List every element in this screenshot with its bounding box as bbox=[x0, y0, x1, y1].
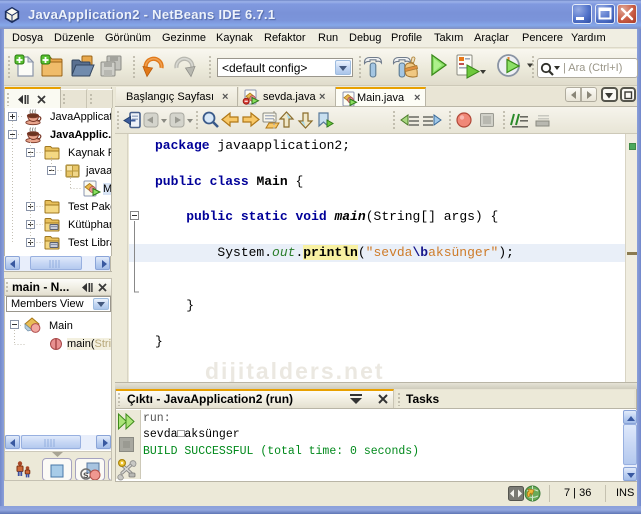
svg-text:s: s bbox=[83, 470, 89, 480]
